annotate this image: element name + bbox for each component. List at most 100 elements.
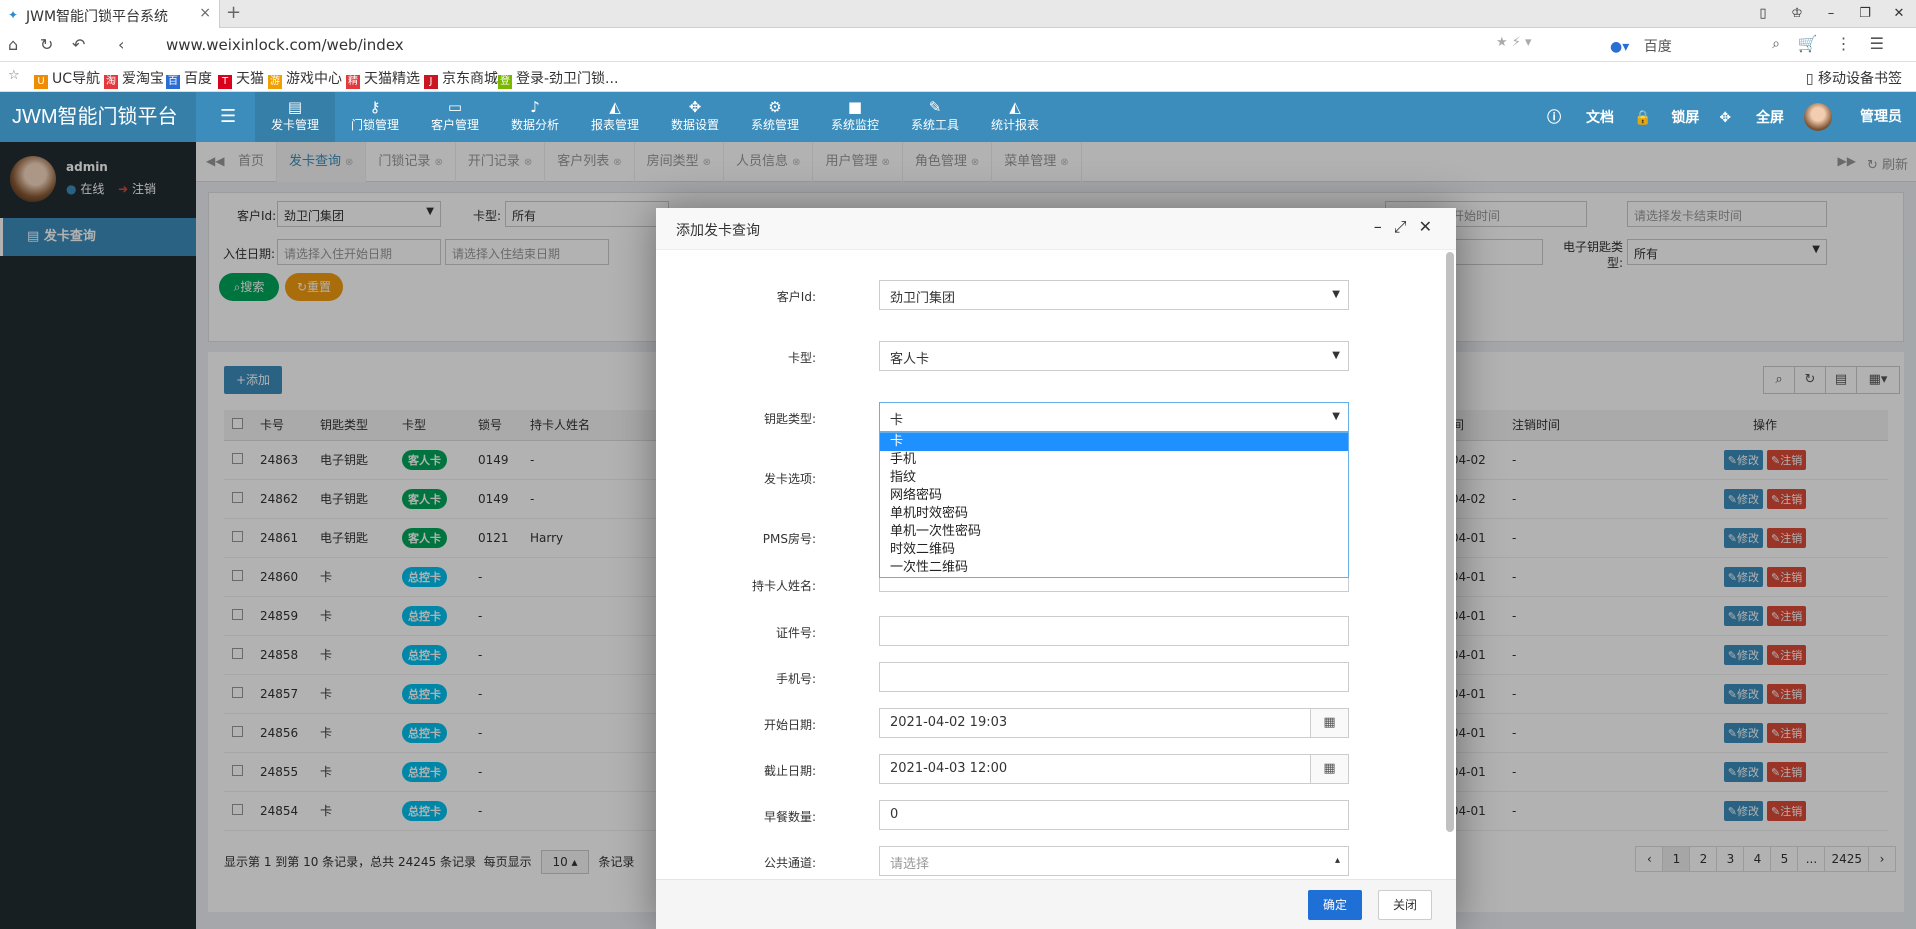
nav-item-label: 系统管理 [750, 118, 799, 132]
bookmark-star-icon[interactable]: ★ ⚡ ▾ [1496, 35, 1532, 50]
address-bar: ⌂ ↻ ↶ ‹ www.weixinlock.com/web/index ★ ⚡… [0, 28, 1916, 62]
minimize-icon[interactable]: – [1374, 217, 1394, 236]
start-date-input[interactable]: 2021-04-02 19:03 [879, 708, 1311, 738]
holder-label: 持卡人姓名: [751, 579, 816, 593]
gear-icon: ⚙ [768, 98, 782, 116]
keytype-option[interactable]: 一次性二维码 [880, 559, 1348, 577]
close-icon[interactable]: ✕ [1419, 217, 1444, 236]
key-icon: ⚷ [369, 98, 381, 116]
app-logo[interactable]: JWM智能门锁平台 [0, 92, 196, 142]
keytype-option[interactable]: 指纹 [880, 469, 1348, 487]
modal-controls: –⤢✕ [1374, 217, 1444, 237]
customer-label: 客户Id: [776, 290, 816, 304]
bookmark-icon: 登 [498, 75, 512, 89]
avatar [1804, 103, 1832, 131]
user-label: 管理员 [1860, 109, 1902, 125]
keytype-option[interactable]: 卡 [880, 433, 1348, 451]
nav-item-3[interactable]: ♪ 数据分析 [495, 92, 575, 142]
restore-icon[interactable]: ❐ [1848, 0, 1882, 28]
camera-icon: ■ [847, 98, 863, 116]
channel-select[interactable]: 请选择 ▴ [879, 846, 1349, 876]
nav-item-1[interactable]: ⚷ 门锁管理 [335, 92, 415, 142]
browser-search[interactable]: ●▾ 百度 ⌕ [1610, 36, 1780, 56]
lock-screen-link[interactable]: 🔒 锁屏 [1634, 107, 1699, 127]
nav-item-8[interactable]: ✎ 系统工具 [895, 92, 975, 142]
keytype-option[interactable]: 时效二维码 [880, 541, 1348, 559]
cardtype-select[interactable]: 客人卡 ▼ [879, 341, 1349, 371]
keytype-option[interactable]: 单机一次性密码 [880, 523, 1348, 541]
fullscreen-link[interactable]: ✥ 全屏 [1719, 107, 1784, 127]
tab-close-icon[interactable]: × [199, 5, 211, 21]
nav-item-7[interactable]: ■ 系统监控 [815, 92, 895, 142]
bookmark-item[interactable]: 精天猫精选 [346, 68, 420, 89]
breakfast-input[interactable]: 0 [879, 800, 1349, 830]
home-icon[interactable]: ⌂ [8, 35, 18, 54]
bell-icon: ♪ [530, 98, 540, 116]
bookmark-item[interactable]: 游游戏中心 [268, 68, 342, 89]
nav-item-5[interactable]: ✥ 数据设置 [655, 92, 735, 142]
id-input[interactable] [879, 616, 1349, 646]
docs-link[interactable]: ⓘ 文档 [1547, 107, 1614, 127]
chevron-down-icon: ▼ [1332, 350, 1340, 361]
toolbar-icons[interactable]: 🛒⋮☰ [1798, 34, 1902, 53]
nav-item-4[interactable]: ◭ 报表管理 [575, 92, 655, 142]
bookmark-item[interactable]: U UC导航 [34, 68, 100, 89]
bookmark-icon: T [218, 75, 232, 89]
keytype-option[interactable]: 网络密码 [880, 487, 1348, 505]
search-engine-icon: ●▾ [1610, 39, 1630, 55]
start-date-value: 2021-04-02 19:03 [890, 715, 1008, 730]
cardtype-value: 客人卡 [890, 352, 930, 367]
phone-label: 手机号: [775, 672, 816, 686]
user-menu[interactable]: 管理员 [1804, 103, 1902, 131]
bookmark-item[interactable]: 百百度 [166, 68, 212, 89]
nav-item-6[interactable]: ⚙ 系统管理 [735, 92, 815, 142]
modal-scrollbar[interactable] [1446, 252, 1454, 832]
mobile-bookmarks[interactable]: ▯ 移动设备书签 [1806, 68, 1902, 88]
bookmark-item[interactable]: 淘爱淘宝 [104, 68, 164, 89]
bookmark-item[interactable]: 登登录-劲卫门锁... [498, 68, 618, 89]
bookmark-icon: 淘 [104, 75, 118, 89]
pms-label: PMS房号: [762, 532, 816, 546]
customer-value: 劲卫门集团 [890, 291, 956, 306]
bookmark-star-icon[interactable]: ☆ [8, 68, 20, 83]
phone-input[interactable] [879, 662, 1349, 692]
shirt-icon[interactable]: ♔ [1780, 0, 1814, 28]
search-icon[interactable]: ⌕ [1772, 36, 1780, 52]
calendar-icon[interactable]: ▦ [1310, 708, 1349, 738]
url-field[interactable]: www.weixinlock.com/web/index [166, 36, 404, 54]
bookmark-label: 天猫精选 [364, 71, 420, 87]
nav-item-label: 发卡管理 [270, 118, 319, 132]
confirm-button[interactable]: 确定 [1308, 890, 1363, 920]
reload-icon[interactable]: ↻ [40, 35, 53, 54]
window-close-icon[interactable]: ✕ [1882, 0, 1916, 28]
keytype-value: 卡 [890, 413, 904, 428]
maximize-icon[interactable]: ⤢ [1394, 217, 1419, 236]
minimize-icon[interactable]: – [1814, 0, 1848, 28]
nav-item-0[interactable]: ▤ 发卡管理 [255, 92, 335, 142]
nav-item-2[interactable]: ▭ 客户管理 [415, 92, 495, 142]
end-date-input[interactable]: 2021-04-03 12:00 [879, 754, 1311, 784]
bookmark-icon: 百 [166, 75, 180, 89]
channel-placeholder: 请选择 [890, 857, 930, 872]
chevron-down-icon: ▼ [1332, 289, 1340, 300]
close-button[interactable]: 关闭 [1378, 890, 1433, 920]
sidebar-toggle-icon[interactable]: ▯ [1746, 0, 1780, 28]
back-icon[interactable]: ‹ [118, 35, 124, 54]
nav-item-9[interactable]: ◭ 统计报表 [975, 92, 1055, 142]
keytype-select[interactable]: 卡 ▼ [879, 402, 1349, 432]
keytype-option[interactable]: 单机时效密码 [880, 505, 1348, 523]
nav-item-label: 门锁管理 [350, 118, 399, 132]
bookmark-item[interactable]: J 京东商城 [424, 68, 498, 89]
undo-icon[interactable]: ↶ [72, 35, 85, 54]
bookmark-item[interactable]: T 天猫 [218, 68, 264, 89]
browser-tab[interactable]: ✦ JWM智能门锁平台系统 × [0, 0, 220, 28]
calendar-icon[interactable]: ▦ [1310, 754, 1349, 784]
keytype-option[interactable]: 手机 [880, 451, 1348, 469]
new-tab-icon[interactable]: + [226, 2, 241, 23]
bookmark-label: UC导航 [52, 71, 101, 87]
browser-tabbar: ✦ JWM智能门锁平台系统 × + ▯ ♔ – ❐ ✕ [0, 0, 1916, 28]
customer-select[interactable]: 劲卫门集团 ▼ [879, 280, 1349, 310]
bookmark-label: 爱淘宝 [122, 71, 164, 87]
menu-toggle-icon[interactable]: ☰ [220, 106, 236, 127]
header-right: ⓘ 文档 🔒 锁屏 ✥ 全屏 管理员 [1527, 92, 1902, 142]
